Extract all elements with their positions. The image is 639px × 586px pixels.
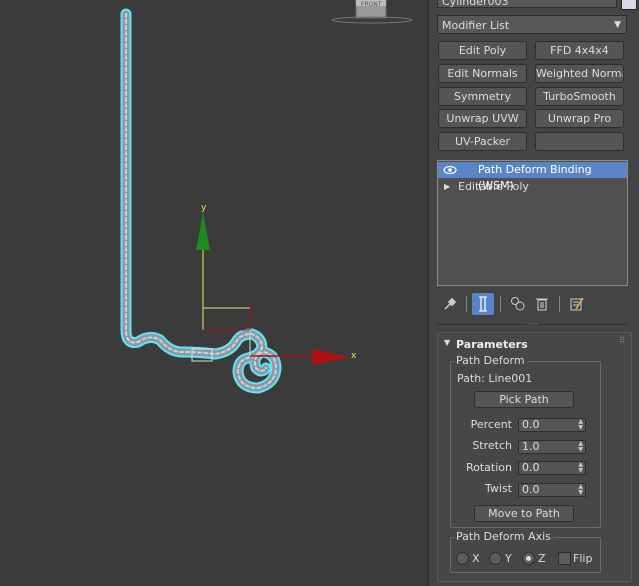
stretch-value: 1.0 <box>522 440 540 453</box>
chevron-down-icon: ▼ <box>614 20 621 30</box>
edit-poly-button[interactable]: Edit Poly <box>438 41 527 60</box>
percent-value: 0.0 <box>522 418 540 431</box>
stack-item-path-deform[interactable]: Path Deform Binding (WSM) <box>438 162 627 192</box>
axis-x-radio[interactable] <box>456 552 469 565</box>
stack-toolbar <box>437 293 627 317</box>
move-to-path-button[interactable]: Move to Path <box>474 505 574 522</box>
group-label: Path Deform Axis <box>454 530 553 543</box>
panel-divider-grip[interactable]: ···· <box>437 321 627 328</box>
symmetry-button[interactable]: Symmetry <box>438 87 527 106</box>
path-deform-axis-group: Path Deform Axis X Y Z Flip <box>450 530 601 573</box>
object-name-field[interactable]: Cylinder003 <box>437 0 617 8</box>
spinner-arrows-icon[interactable]: ▲ ▼ <box>578 462 583 474</box>
parameters-rollout: ▼ Parameters ⠿ Path Deform Path: Line001… <box>437 332 632 582</box>
edit-normals-button[interactable]: Edit Normals <box>438 64 527 83</box>
make-unique-icon[interactable] <box>507 293 529 315</box>
collapse-arrow-icon[interactable]: ▼ <box>444 338 450 347</box>
spinner-arrows-icon[interactable]: ▲ ▼ <box>578 419 583 431</box>
pick-path-button[interactable]: Pick Path <box>474 391 574 408</box>
axis-x-label: x <box>351 351 357 361</box>
flip-label: Flip <box>573 552 593 565</box>
ffd-button[interactable]: FFD 4x4x4 <box>535 41 624 60</box>
stretch-label: Stretch <box>472 439 512 452</box>
modifier-list-label: Modifier List <box>442 19 510 32</box>
flip-checkbox[interactable] <box>558 552 571 565</box>
stack-item-editable-poly[interactable]: ▶ Editable Poly <box>438 179 627 195</box>
object-color-swatch[interactable] <box>621 0 637 10</box>
spinner-arrows-icon[interactable]: ▲ ▼ <box>578 484 583 496</box>
percent-spinner[interactable]: 0.0 ▲ ▼ <box>518 418 586 432</box>
group-label: Path Deform <box>454 354 527 367</box>
unwrap-uvw-button[interactable]: Unwrap UVW <box>438 109 527 128</box>
axis-z-radio[interactable] <box>522 552 535 565</box>
rotation-value: 0.0 <box>522 461 540 474</box>
rotation-label: Rotation <box>465 461 512 474</box>
path-deform-group: Path Deform Path: Line001 Pick Path Perc… <box>450 354 601 528</box>
view-cube-label: FRONT <box>361 1 382 8</box>
twist-label: Twist <box>485 482 512 495</box>
turbosmooth-button[interactable]: TurboSmooth <box>535 87 624 106</box>
axis-y-label: y <box>201 203 207 213</box>
stack-item-label: Editable Poly <box>458 180 529 193</box>
axis-y-label: Y <box>505 552 512 565</box>
rotation-spinner[interactable]: 0.0 ▲ ▼ <box>518 461 586 475</box>
twist-spinner[interactable]: 0.0 ▲ ▼ <box>518 483 586 497</box>
modifier-stack[interactable]: Path Deform Binding (WSM) ▶ Editable Pol… <box>437 160 628 286</box>
stretch-spinner[interactable]: 1.0 ▲ ▼ <box>518 440 586 454</box>
show-end-result-icon[interactable] <box>472 293 494 315</box>
weighted-normals-button[interactable]: Weighted Normals <box>535 64 624 83</box>
uv-packer-button[interactable]: UV-Packer <box>438 132 527 151</box>
axis-y-radio[interactable] <box>489 552 502 565</box>
rope-object[interactable] <box>120 8 282 394</box>
transform-gizmo[interactable] <box>191 213 350 365</box>
rollout-grip-icon: ⠿ <box>619 336 625 345</box>
viewport-scene: FRONT y x <box>120 0 413 394</box>
expand-arrow-icon[interactable]: ▶ <box>444 179 450 195</box>
axis-x-label: X <box>472 552 480 565</box>
configure-modifier-sets-icon[interactable] <box>566 293 588 315</box>
viewport[interactable]: FRONT y x <box>0 0 428 586</box>
command-panel: Cylinder003 Modifier List ▼ Edit Poly FF… <box>428 0 639 586</box>
empty-modifier-button[interactable] <box>535 132 624 151</box>
rollout-title[interactable]: Parameters <box>456 338 528 351</box>
path-name-label: Path: Line001 <box>457 372 533 385</box>
pin-stack-icon[interactable] <box>439 293 461 315</box>
twist-value: 0.0 <box>522 483 540 496</box>
axis-z-label: Z <box>538 552 546 565</box>
modifier-list-dropdown[interactable]: Modifier List ▼ <box>437 15 627 34</box>
unwrap-pro-button[interactable]: Unwrap Pro <box>535 109 624 128</box>
percent-label: Percent <box>470 418 512 431</box>
remove-modifier-icon[interactable] <box>531 293 553 315</box>
spinner-arrows-icon[interactable]: ▲ ▼ <box>578 441 583 453</box>
